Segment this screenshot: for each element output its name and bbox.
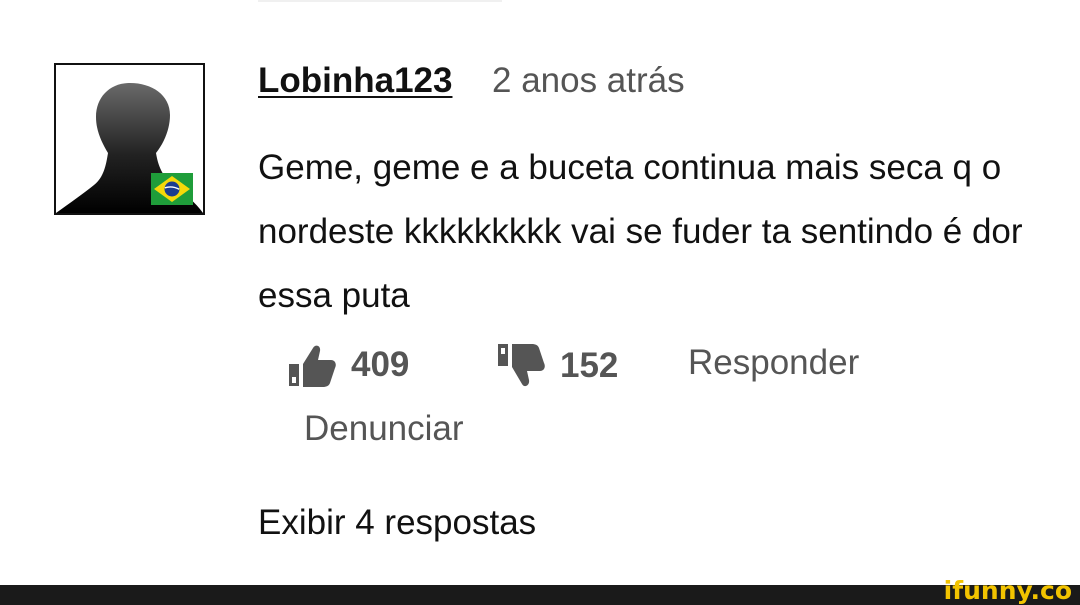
like-count: 409 [351, 345, 410, 384]
avatar[interactable] [54, 63, 205, 215]
report-button[interactable]: Denunciar [304, 408, 464, 450]
top-divider [258, 0, 502, 2]
reply-button[interactable]: Responder [688, 342, 859, 384]
view-replies-link[interactable]: Exibir 4 respostas [258, 502, 536, 544]
comment-timestamp: 2 anos atrás [492, 61, 685, 100]
dislike-count: 152 [560, 346, 619, 385]
comment-text: Geme, geme e a buceta continua mais seca… [258, 148, 1023, 315]
like-button[interactable]: 409 [287, 342, 409, 388]
thumbs-down-icon [498, 344, 545, 387]
ifunny-watermark: ifunny.co [943, 576, 1072, 605]
footer-bar [0, 585, 1080, 605]
thumbs-up-icon [289, 345, 336, 387]
comment-username[interactable]: Lobinha123 [258, 60, 452, 102]
dislike-button[interactable]: 152 [496, 342, 618, 390]
brazil-flag-icon [151, 173, 193, 205]
